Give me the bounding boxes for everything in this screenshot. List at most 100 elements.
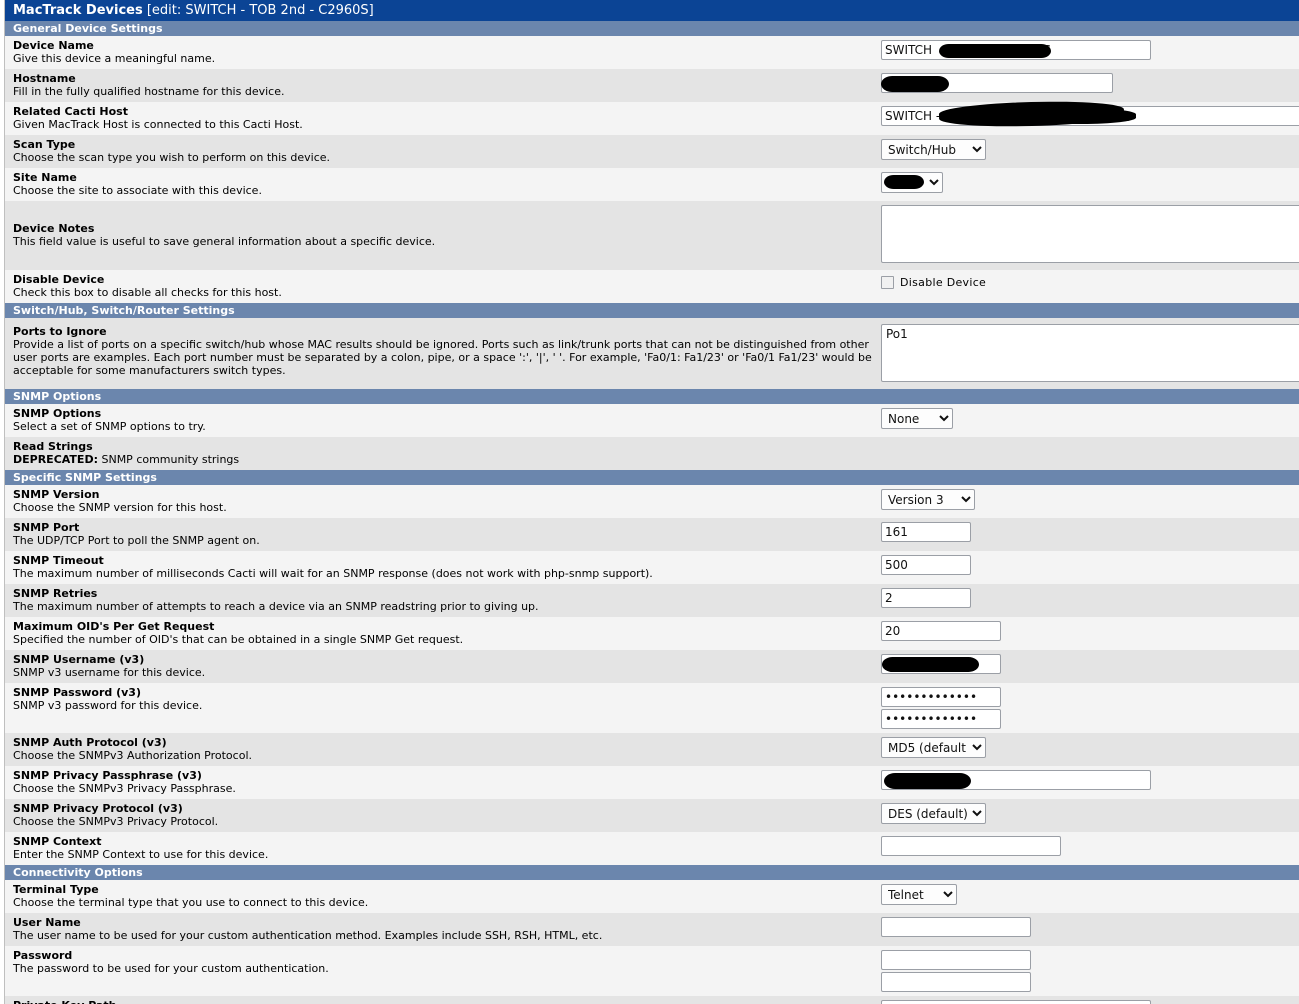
- read-strings-desc-text: SNMP community strings: [97, 453, 240, 466]
- hostname-input[interactable]: [881, 73, 1113, 93]
- snmp-password-confirm-input[interactable]: [881, 709, 1001, 729]
- hostname-wrap: [881, 73, 1113, 93]
- form-row-snmp-timeout: SNMP Timeout The maximum number of milli…: [5, 551, 1299, 584]
- page-title-context: [edit: SWITCH - TOB 2nd - C2960S]: [146, 3, 374, 18]
- mactrack-form-frame: MacTrack Devices [edit: SWITCH - TOB 2nd…: [4, 0, 1299, 1004]
- snmp-context-input[interactable]: [881, 836, 1061, 856]
- section-header-specific-snmp: Specific SNMP Settings: [5, 470, 1299, 485]
- field-cell-snmp-username: [881, 650, 1299, 678]
- field-cell-hostname: [881, 69, 1299, 97]
- field-label-hostname: Hostname: [13, 72, 76, 85]
- field-label-device-notes: Device Notes: [13, 222, 95, 235]
- field-desc-snmp-username: SNMP v3 username for this device.: [13, 666, 206, 679]
- site-name-wrap: [881, 172, 943, 193]
- password-input[interactable]: [881, 950, 1031, 970]
- field-label-snmp-version: SNMP Version: [13, 488, 100, 501]
- password-confirm-input[interactable]: [881, 972, 1031, 992]
- page-root: MacTrack Devices [edit: SWITCH - TOB 2nd…: [0, 0, 1299, 1004]
- label-cell-snmp-privacy-passphrase: SNMP Privacy Passphrase (v3) Choose the …: [5, 766, 881, 799]
- field-label-password: Password: [13, 949, 73, 962]
- field-cell-snmp-version: Version 3: [881, 485, 1299, 514]
- field-desc-device-name: Give this device a meaningful name.: [13, 52, 216, 65]
- field-desc-snmp-context: Enter the SNMP Context to use for this d…: [13, 848, 269, 861]
- label-cell-hostname: Hostname Fill in the fully qualified hos…: [5, 69, 881, 102]
- snmp-privacy-passphrase-input[interactable]: [881, 770, 1151, 790]
- form-row-snmp-options: SNMP Options Select a set of SNMP option…: [5, 404, 1299, 437]
- snmp-password-input[interactable]: [881, 687, 1001, 707]
- user-name-input[interactable]: [881, 917, 1031, 937]
- disable-device-checkbox-wrap[interactable]: Disable Device: [881, 274, 1299, 289]
- field-cell-related-cacti-host: [881, 99, 1299, 130]
- label-cell-read-strings: Read Strings DEPRECATED: SNMP community …: [5, 437, 881, 470]
- field-cell-snmp-retries: [881, 584, 1299, 612]
- site-name-select[interactable]: [881, 172, 943, 193]
- form-row-snmp-context: SNMP Context Enter the SNMP Context to u…: [5, 832, 1299, 865]
- label-cell-snmp-options: SNMP Options Select a set of SNMP option…: [5, 404, 881, 437]
- private-key-path-input[interactable]: [881, 1000, 1151, 1004]
- field-desc-disable-device: Check this box to disable all checks for…: [13, 286, 282, 299]
- field-cell-read-strings: [881, 437, 1299, 445]
- field-cell-snmp-context: [881, 832, 1299, 860]
- field-label-private-key-path: Private Key Path: [13, 1000, 875, 1004]
- form-row-snmp-privacy-passphrase: SNMP Privacy Passphrase (v3) Choose the …: [5, 766, 1299, 799]
- disable-device-checkbox-label: Disable Device: [900, 276, 987, 289]
- form-row-scan-type: Scan Type Choose the scan type you wish …: [5, 135, 1299, 168]
- form-row-snmp-version: SNMP Version Choose the SNMP version for…: [5, 485, 1299, 518]
- label-cell-snmp-version: SNMP Version Choose the SNMP version for…: [5, 485, 881, 518]
- field-label-snmp-password: SNMP Password (v3): [13, 686, 141, 699]
- field-desc-snmp-auth-protocol: Choose the SNMPv3 Authorization Protocol…: [13, 749, 252, 762]
- section-header-connectivity: Connectivity Options: [5, 865, 1299, 880]
- page-title-app: MacTrack Devices: [13, 3, 143, 18]
- snmp-username-input[interactable]: [881, 654, 1001, 674]
- snmp-port-input[interactable]: [881, 522, 971, 542]
- field-desc-password: The password to be used for your custom …: [13, 962, 329, 975]
- field-label-scan-type: Scan Type: [13, 138, 76, 151]
- field-label-snmp-retries: SNMP Retries: [13, 587, 98, 600]
- field-cell-terminal-type: Telnet: [881, 880, 1299, 909]
- field-label-read-strings: Read Strings: [13, 440, 93, 453]
- label-cell-snmp-password: SNMP Password (v3) SNMP v3 password for …: [5, 683, 881, 716]
- field-cell-private-key-path: [881, 996, 1299, 1004]
- field-cell-user-name: [881, 913, 1299, 941]
- form-row-terminal-type: Terminal Type Choose the terminal type t…: [5, 880, 1299, 913]
- field-desc-snmp-timeout: The maximum number of milliseconds Cacti…: [13, 567, 653, 580]
- form-row-snmp-retries: SNMP Retries The maximum number of attem…: [5, 584, 1299, 617]
- label-cell-password: Password The password to be used for you…: [5, 946, 881, 979]
- snmp-privacy-protocol-select[interactable]: DES (default): [881, 803, 986, 824]
- snmp-timeout-input[interactable]: [881, 555, 971, 575]
- terminal-type-select[interactable]: Telnet: [881, 884, 957, 905]
- field-desc-snmp-privacy-passphrase: Choose the SNMPv3 Privacy Passphrase.: [13, 782, 236, 795]
- ports-to-ignore-textarea[interactable]: Po1: [881, 324, 1299, 382]
- form-row-site-name: Site Name Choose the site to associate w…: [5, 168, 1299, 201]
- label-cell-snmp-username: SNMP Username (v3) SNMP v3 username for …: [5, 650, 881, 683]
- related-cacti-host-wrap: [881, 99, 1299, 129]
- field-cell-snmp-privacy-protocol: DES (default): [881, 799, 1299, 828]
- snmp-retries-input[interactable]: [881, 588, 971, 608]
- snmp-auth-protocol-select[interactable]: MD5 (default): [881, 737, 986, 758]
- label-cell-snmp-port: SNMP Port The UDP/TCP Port to poll the S…: [5, 518, 881, 551]
- device-name-input[interactable]: [881, 40, 1151, 60]
- scan-type-select[interactable]: Switch/Hub: [881, 139, 986, 160]
- label-cell-ports-to-ignore: Ports to Ignore Provide a list of ports …: [5, 318, 881, 381]
- field-desc-device-notes: This field value is useful to save gener…: [13, 235, 436, 248]
- label-cell-private-key-path: Private Key Path The path to the private…: [5, 996, 881, 1004]
- form-row-snmp-password: SNMP Password (v3) SNMP v3 password for …: [5, 683, 1299, 733]
- label-cell-device-notes: Device Notes This field value is useful …: [5, 201, 881, 252]
- field-desc-user-name: The user name to be used for your custom…: [13, 929, 603, 942]
- form-row-snmp-port: SNMP Port The UDP/TCP Port to poll the S…: [5, 518, 1299, 551]
- field-label-site-name: Site Name: [13, 171, 77, 184]
- max-oids-input[interactable]: [881, 621, 1001, 641]
- snmp-version-select[interactable]: Version 3: [881, 489, 975, 510]
- device-notes-textarea[interactable]: [881, 205, 1299, 263]
- form-row-disable-device: Disable Device Check this box to disable…: [5, 270, 1299, 303]
- form-row-hostname: Hostname Fill in the fully qualified hos…: [5, 69, 1299, 102]
- field-desc-hostname: Fill in the fully qualified hostname for…: [13, 85, 285, 98]
- field-label-snmp-port: SNMP Port: [13, 521, 80, 534]
- field-desc-snmp-password: SNMP v3 password for this device.: [13, 699, 203, 712]
- related-cacti-host-input[interactable]: [881, 106, 1299, 126]
- snmp-options-select[interactable]: None: [881, 408, 953, 429]
- label-cell-device-name: Device Name Give this device a meaningfu…: [5, 36, 881, 69]
- field-cell-scan-type: Switch/Hub: [881, 135, 1299, 164]
- disable-device-checkbox[interactable]: [881, 276, 894, 289]
- snmp-username-wrap: [881, 654, 1001, 674]
